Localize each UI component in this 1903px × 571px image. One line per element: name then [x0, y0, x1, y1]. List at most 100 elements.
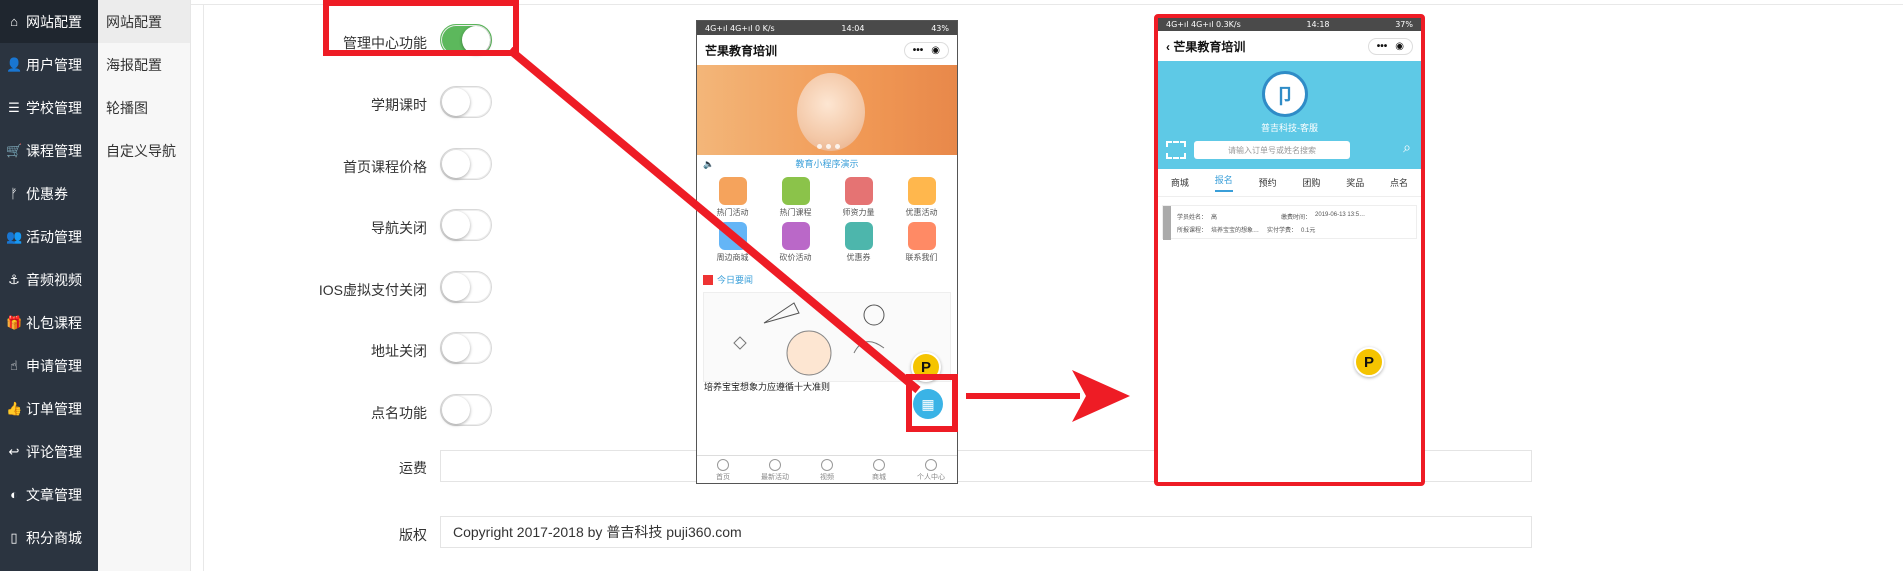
sidebar-item-label: 申请管理: [26, 357, 82, 374]
sidebar-item-4[interactable]: ᚠ 优惠券: [0, 172, 98, 215]
miniapp-title: 芒果教育培训: [705, 43, 778, 58]
grid-item-label: 砍价活动: [779, 253, 812, 262]
sidebar-item-5[interactable]: 👥 活动管理: [0, 215, 98, 258]
toggle-switch-2[interactable]: [440, 148, 492, 180]
sidebar-item-label: 礼包课程: [26, 314, 82, 331]
toggle-knob: [442, 150, 470, 178]
tabbar-item-0[interactable]: 首页: [697, 456, 749, 483]
hand-icon: ☝: [10, 357, 18, 373]
mobile-icon: ▯: [10, 529, 18, 545]
gift-icon: 🎁: [6, 314, 23, 330]
sidebar-item-8[interactable]: ☝ 申请管理: [0, 344, 98, 387]
grid-item-4[interactable]: 周边商城: [701, 222, 764, 263]
reply-icon: ↩: [8, 443, 20, 459]
tabbar-label: 最新活动: [761, 474, 789, 481]
tabbar-icon: [925, 459, 937, 471]
user-icon: 👤: [6, 56, 23, 72]
sidebar-item-3[interactable]: 🛒 课程管理: [0, 129, 98, 172]
cart-icon: 🛒: [6, 142, 23, 158]
toggle-label-1: 学期课时: [371, 97, 427, 113]
grid-item-label: 优惠活动: [905, 208, 938, 217]
anchor-icon: ⚓: [8, 271, 20, 287]
sidebar-item-6[interactable]: ⚓ 音频视频: [0, 258, 98, 301]
notice-bar[interactable]: 🔈 教育小程序演示: [697, 155, 957, 173]
toggle-label-3: 导航关闭: [371, 220, 427, 236]
sidebar-item-label: 用户管理: [26, 56, 82, 73]
toggle-switch-6[interactable]: [440, 394, 492, 426]
sidebar-item-label: 积分商城: [26, 529, 82, 546]
grid-item-label: 热门课程: [779, 208, 812, 217]
grid-item-5[interactable]: 砍价活动: [764, 222, 827, 263]
sidebar-item-11[interactable]: ◐ 文章管理: [0, 473, 98, 516]
more-icon[interactable]: •••: [913, 45, 924, 56]
tabbar-label: 视频: [820, 474, 834, 481]
sidebar-item-label: 优惠券: [26, 185, 68, 202]
copyright-input[interactable]: Copyright 2017-2018 by 普吉科技 puji360.com: [440, 516, 1532, 548]
status-battery: 43%: [931, 23, 949, 33]
tabbar-icon: [769, 459, 781, 471]
tabbar-item-2[interactable]: 视频: [801, 456, 853, 483]
grid-item-6[interactable]: 优惠券: [827, 222, 890, 263]
tabbar-label: 个人中心: [917, 474, 945, 481]
toggle-label-4: IOS虚拟支付关闭: [318, 282, 427, 298]
sidebar-item-label: 课程管理: [26, 142, 82, 159]
sidebar-item-label: 学校管理: [26, 99, 82, 116]
grid-item-1[interactable]: 热门课程: [764, 177, 827, 218]
toggle-label-5: 地址关闭: [371, 343, 427, 359]
grid-item-2[interactable]: 师资力量: [827, 177, 890, 218]
toggle-switch-1[interactable]: [440, 86, 492, 118]
miniapp-capsule[interactable]: ••• ◉: [903, 41, 949, 59]
toggle-knob: [442, 334, 470, 362]
miniapp-navbar: 芒果教育培训 ••• ◉: [697, 35, 957, 65]
section-marker-icon: [703, 274, 713, 285]
toggle-switch-4[interactable]: [440, 271, 492, 303]
subnav-item-2[interactable]: 轮播图: [98, 86, 190, 129]
subnav-item-3[interactable]: 自定义导航: [98, 129, 190, 172]
subnav-item-0[interactable]: 网站配置: [98, 0, 190, 43]
sidebar-item-2[interactable]: ☰ 学校管理: [0, 86, 98, 129]
banner-image: [797, 73, 865, 151]
grid-item-icon: [781, 222, 810, 250]
freight-label: 运费: [399, 460, 427, 476]
highlight-toggle-box: [323, 0, 519, 56]
right-arrowhead: [1072, 370, 1130, 422]
grid-item-7[interactable]: 联系我们: [890, 222, 953, 263]
branch-icon: ᚠ: [10, 186, 18, 201]
subnav-item-1[interactable]: 海报配置: [98, 43, 190, 86]
grid-item-3[interactable]: 优惠活动: [890, 177, 953, 218]
tabbar-label: 商城: [872, 474, 886, 481]
close-circle-icon[interactable]: ◉: [931, 45, 940, 56]
nav-grid: 热门活动 热门课程 师资力量 优惠活动周边商城 砍价活动 优惠券 联系我们: [697, 173, 957, 267]
tabbar-item-3[interactable]: 商城: [853, 456, 905, 483]
news-illustration: [733, 302, 885, 376]
sidebar-item-12[interactable]: ▯ 积分商城: [0, 516, 98, 559]
sidebar-item-7[interactable]: 🎁 礼包课程: [0, 301, 98, 344]
speaker-icon: 🔈: [703, 159, 715, 169]
grid-item-icon: [844, 177, 873, 205]
sidebar-item-label: 活动管理: [26, 228, 82, 245]
grid-item-0[interactable]: 热门活动: [701, 177, 764, 218]
tabbar-item-1[interactable]: 最新活动: [749, 456, 801, 483]
admin-screen: ⌂ 网站配置 👤 用户管理 ☰ 学校管理 🛒 课程管理 ᚠ 优惠券 👥 活动管理 ⚓ 音频视频 🎁 礼包课程 ☝…: [0, 0, 1903, 571]
toggle-switch-5[interactable]: [440, 332, 492, 364]
sidebar-item-label: 网站配置: [26, 13, 82, 30]
status-signal: 4G+ıl 4G+ıl 0 K/s: [705, 23, 775, 33]
grid-item-label: 师资力量: [842, 208, 875, 217]
sidebar-item-10[interactable]: ↩ 评论管理: [0, 430, 98, 473]
tabbar-item-4[interactable]: 个人中心: [905, 456, 957, 483]
users-icon: 👥: [6, 228, 23, 244]
banner-carousel[interactable]: [697, 65, 957, 155]
sidebar-item-0[interactable]: ⌂ 网站配置: [0, 0, 98, 43]
sidebar-item-1[interactable]: 👤 用户管理: [0, 43, 98, 86]
grid-item-label: 联系我们: [905, 253, 938, 262]
grid-item-icon: [907, 177, 936, 205]
sidebar-item-label: 音频视频: [26, 271, 82, 288]
sidebar-item-label: 订单管理: [26, 400, 82, 417]
sidebar-item-9[interactable]: 👍 订单管理: [0, 387, 98, 430]
tabbar-icon: [717, 459, 729, 471]
toggle-knob: [442, 396, 470, 424]
circle-half-icon: ◐: [10, 487, 18, 502]
highlight-phone2-box: [1154, 14, 1425, 486]
toggle-switch-3[interactable]: [440, 209, 492, 241]
secondary-sidebar: 网站配置 海报配置 轮播图 自定义导航: [98, 0, 191, 571]
